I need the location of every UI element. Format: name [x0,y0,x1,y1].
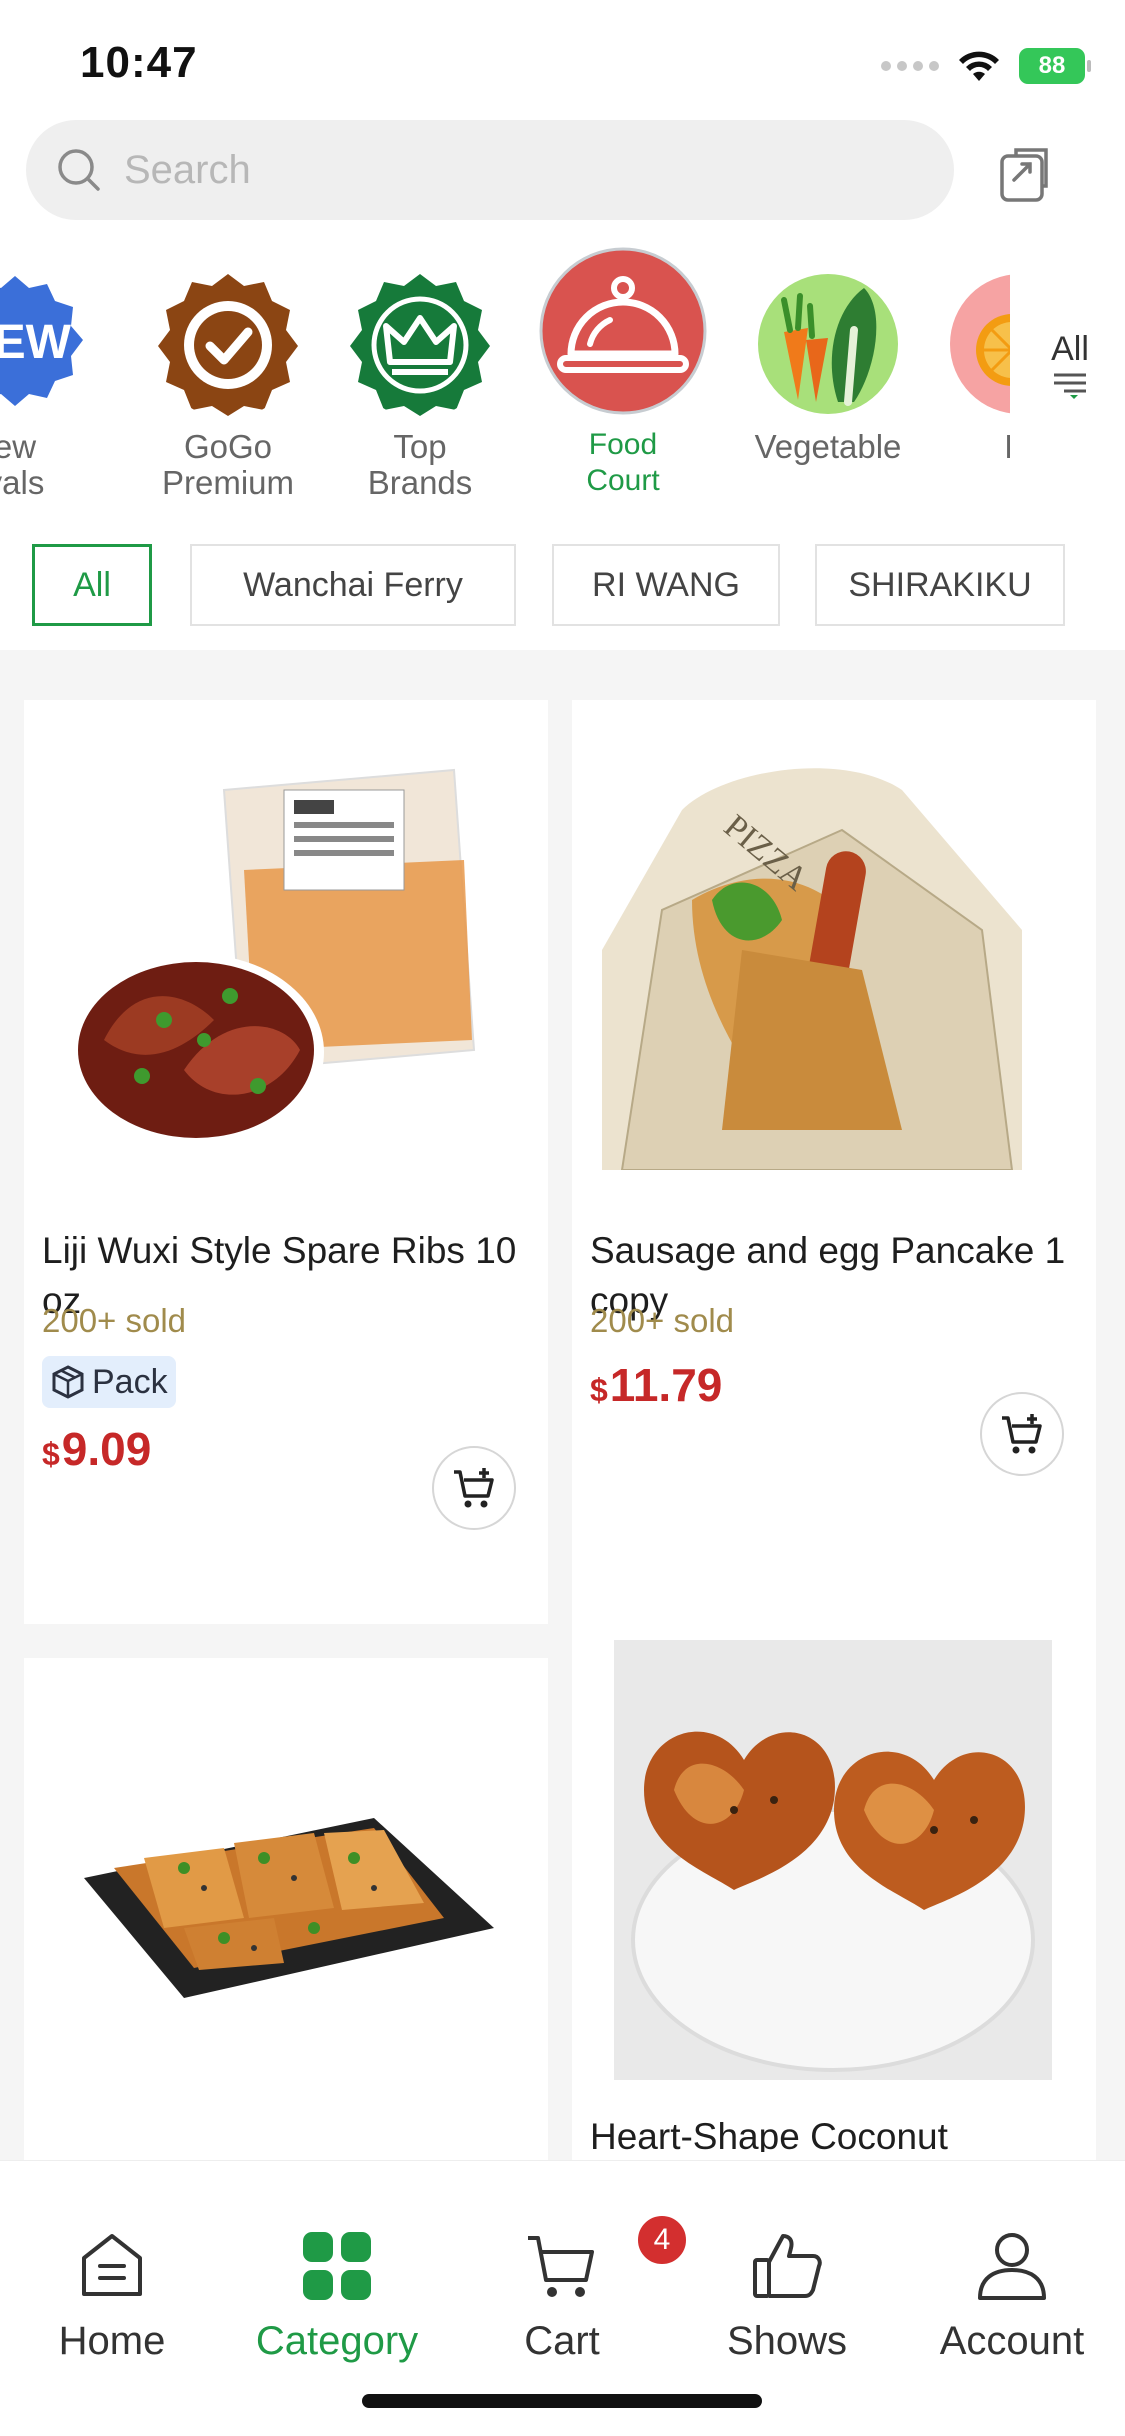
chip-shirakiku[interactable]: SHIRAKIKU [815,544,1065,626]
battery-level: 88 [1038,52,1066,79]
category-top-brands[interactable]: Top Brands [325,240,515,501]
product-sold-count: 200+ sold [42,1302,187,1339]
cellular-signal-icon [881,61,939,71]
category-label: Vegetable [754,428,902,465]
product-price: $11.79 [590,1358,722,1412]
tab-shows[interactable]: Shows [687,2221,887,2364]
crown-badge-icon [350,274,490,416]
add-to-cart-icon [454,1468,494,1508]
account-icon [978,2233,1046,2300]
category-food-court[interactable]: Food Court [528,240,718,499]
product-sold-count: 200+ sold [590,1302,735,1339]
pack-badge: Pack [42,1356,176,1408]
category-new-arrivals[interactable]: NEW ewvals [0,240,110,501]
wifi-icon [959,51,999,81]
cart-count-badge: 4 [635,2213,689,2267]
status-time: 10:47 [80,38,198,87]
category-label: Food Court [586,428,660,497]
add-to-cart-button[interactable] [980,1392,1064,1476]
share-icon[interactable] [992,142,1056,206]
premium-badge-icon [158,274,298,416]
chip-all[interactable]: All [32,544,152,626]
tab-category[interactable]: Category [237,2221,437,2364]
product-card[interactable]: Liji Wuxi Style Spare Ribs 10 oz 200+ so… [24,700,548,1624]
brand-filter-chips: All Wanchai Ferry RI WANG SHIRAKIKU [0,540,1125,636]
categories-all-button[interactable]: All [1030,330,1110,404]
tab-label: Shows [726,2319,848,2363]
category-grid-icon [303,2232,371,2300]
battery-icon: 88 [1019,48,1091,84]
product-card[interactable]: PIZZA Sausage and egg Pancake 1 copy 200… [572,700,1096,1620]
tab-home[interactable]: Home [12,2221,212,2364]
product-price: $9.09 [42,1422,151,1476]
new-arrivals-icon: NEW [0,276,83,406]
home-indicator [362,2394,762,2408]
svg-text:NEW: NEW [0,316,72,369]
product-grid: Liji Wuxi Style Spare Ribs 10 oz 200+ so… [0,650,1125,2160]
categories-all-label: All [1051,330,1089,368]
category-label: ewvals [0,428,45,501]
status-icons: 88 [881,48,1091,84]
category-gogo-premium[interactable]: GoGo Premium [133,240,323,501]
price-currency: $ [42,1436,60,1472]
tab-label: Account [939,2319,1085,2363]
tab-cart[interactable]: 4 Cart [462,2213,689,2364]
pack-badge-label: Pack [92,1362,168,1401]
product-card[interactable] [24,1658,548,2160]
product-image[interactable]: PIZZA [602,750,1032,1170]
status-bar: 10:47 88 [0,0,1125,120]
add-to-cart-icon [1002,1414,1042,1454]
category-vegetable[interactable]: Vegetable [733,240,923,465]
cart-icon [528,2236,594,2297]
product-image[interactable] [54,750,514,1170]
price-currency: $ [590,1372,608,1408]
price-value: 11.79 [609,1359,723,1411]
product-title[interactable]: Heart-Shape Coconut [590,2112,1078,2152]
category-carousel[interactable]: NEW ewvals GoGoPremium TopBrands [0,240,1125,520]
filter-lines-icon [1054,373,1086,399]
search-input[interactable]: Search [26,120,954,220]
tab-account[interactable]: Account [912,2221,1112,2364]
search-icon [58,149,100,191]
package-icon [52,1365,84,1399]
search-placeholder: Search [124,147,251,192]
price-value: 9.09 [61,1423,152,1475]
tab-label: Cart [524,2319,600,2363]
search-row: Search [0,118,1125,224]
product-image[interactable] [74,1758,494,2058]
home-icon [82,2234,142,2296]
chip-wanchai-ferry[interactable]: Wanchai Ferry [190,544,516,626]
category-label: Top Brands [367,428,473,501]
vegetable-icon [758,274,898,414]
thumbs-up-icon [753,2234,822,2298]
product-card[interactable]: Heart-Shape Coconut [572,1600,1096,2160]
food-cloche-icon [539,247,707,415]
add-to-cart-button[interactable] [432,1446,516,1530]
category-label: GoGo Premium [161,428,295,501]
tab-label: Category [255,2319,419,2363]
chip-ri-wang[interactable]: RI WANG [552,544,780,626]
product-image[interactable] [614,1640,1052,2080]
tab-label: Home [58,2319,166,2363]
